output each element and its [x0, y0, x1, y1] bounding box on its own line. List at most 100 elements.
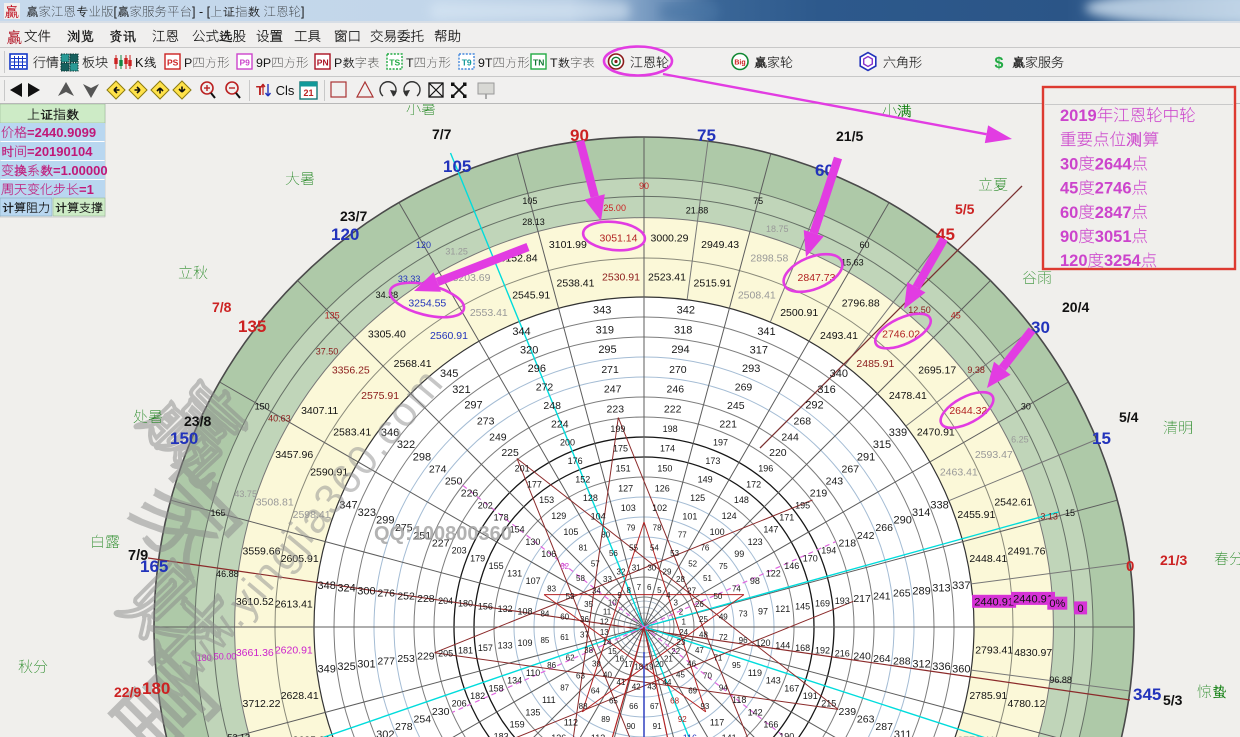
svg-text:348: 348 [318, 580, 336, 592]
svg-text:2847: 2847 [1095, 204, 1132, 222]
svg-text:252: 252 [397, 590, 415, 602]
svg-text:178: 178 [494, 513, 509, 523]
svg-text:73: 73 [739, 610, 748, 619]
svg-text:2538.41: 2538.41 [557, 277, 595, 289]
svg-text:74: 74 [732, 585, 741, 594]
svg-text:58: 58 [576, 574, 585, 583]
svg-text:44: 44 [663, 678, 672, 687]
svg-text:34.38: 34.38 [376, 290, 399, 300]
svg-text:263: 263 [857, 714, 875, 726]
svg-text:24: 24 [679, 628, 688, 637]
svg-text:3051.14: 3051.14 [600, 233, 638, 245]
svg-text:P: P [334, 56, 342, 70]
svg-text:28: 28 [676, 575, 685, 584]
svg-text:15: 15 [1065, 508, 1075, 518]
svg-text:253: 253 [397, 653, 415, 665]
svg-text:21/5: 21/5 [836, 128, 863, 144]
svg-text:65: 65 [609, 697, 618, 706]
svg-text:192: 192 [815, 646, 830, 656]
svg-text:69: 69 [688, 686, 697, 695]
svg-text:349: 349 [318, 664, 336, 676]
svg-text:4: 4 [666, 591, 671, 600]
svg-text:2746: 2746 [1095, 180, 1132, 198]
svg-text:166: 166 [763, 720, 778, 730]
svg-text:2545.91: 2545.91 [512, 289, 550, 301]
svg-text:3051: 3051 [1095, 228, 1132, 246]
svg-text:TN: TN [533, 58, 544, 68]
svg-text:11: 11 [603, 608, 612, 617]
svg-text:36: 36 [580, 615, 589, 624]
svg-text:98: 98 [750, 576, 760, 586]
svg-text:5: 5 [657, 586, 662, 595]
svg-text:3.13: 3.13 [1040, 512, 1058, 522]
svg-text:217: 217 [853, 593, 871, 605]
svg-text:99: 99 [734, 549, 744, 559]
svg-text:266: 266 [875, 522, 893, 534]
svg-text:173: 173 [705, 456, 720, 466]
svg-text:120: 120 [1060, 252, 1088, 270]
svg-text:32: 32 [617, 567, 626, 576]
svg-text:3000.29: 3000.29 [651, 233, 689, 245]
svg-text:159: 159 [510, 720, 525, 730]
svg-text:170: 170 [803, 553, 818, 563]
svg-text:K: K [135, 55, 144, 70]
svg-text:103: 103 [621, 503, 636, 513]
svg-text:$: $ [995, 55, 1004, 72]
svg-text:271: 271 [601, 364, 619, 376]
svg-text:203: 203 [452, 546, 467, 556]
svg-text:269: 269 [735, 382, 753, 394]
svg-text:176: 176 [568, 456, 583, 466]
svg-text:311: 311 [894, 729, 912, 737]
svg-text:2448.41: 2448.41 [969, 553, 1007, 565]
svg-text:45: 45 [951, 310, 961, 320]
svg-text:121: 121 [775, 604, 790, 614]
svg-text:2949.43: 2949.43 [701, 239, 739, 251]
svg-text:144: 144 [775, 640, 790, 650]
svg-text:278: 278 [395, 721, 413, 733]
svg-text:7/7: 7/7 [432, 126, 452, 142]
svg-text:225: 225 [501, 447, 519, 459]
svg-text:196: 196 [758, 464, 773, 474]
svg-text:223: 223 [607, 404, 625, 416]
svg-text:167: 167 [784, 683, 799, 693]
svg-text:5/5: 5/5 [955, 201, 975, 217]
svg-text:41: 41 [617, 678, 626, 687]
svg-text:315: 315 [873, 439, 891, 451]
svg-text:116: 116 [683, 733, 697, 737]
svg-text:182: 182 [470, 691, 485, 701]
svg-text:3508.81: 3508.81 [256, 496, 294, 508]
svg-text:3254: 3254 [1104, 252, 1142, 270]
svg-text:30: 30 [647, 563, 656, 572]
svg-text:35: 35 [584, 600, 593, 609]
svg-text:70: 70 [703, 672, 712, 681]
svg-text:338: 338 [930, 499, 948, 511]
svg-text:147: 147 [763, 525, 778, 535]
svg-text:97: 97 [758, 607, 768, 617]
svg-text:95: 95 [732, 661, 741, 670]
svg-text:2440.91: 2440.91 [974, 596, 1014, 608]
svg-text:179: 179 [470, 553, 485, 563]
svg-text:295: 295 [598, 344, 616, 356]
svg-text:2542.61: 2542.61 [994, 496, 1032, 508]
svg-text:3254.55: 3254.55 [408, 297, 446, 309]
svg-text:111: 111 [542, 695, 556, 705]
svg-text:157: 157 [478, 643, 493, 653]
svg-text:14: 14 [603, 638, 612, 647]
svg-text:15: 15 [1092, 429, 1111, 448]
svg-text:30: 30 [1060, 155, 1078, 173]
svg-text:2463.41: 2463.41 [940, 466, 978, 478]
svg-text:240: 240 [853, 650, 871, 662]
svg-text:PS: PS [167, 58, 179, 68]
svg-text:273: 273 [477, 415, 495, 427]
svg-text:183: 183 [494, 732, 509, 737]
svg-text:7/8: 7/8 [212, 299, 232, 315]
svg-text:126: 126 [655, 483, 670, 493]
svg-text:43.75: 43.75 [234, 489, 257, 499]
svg-text:320: 320 [520, 345, 538, 357]
svg-text:3356.25: 3356.25 [332, 365, 370, 377]
svg-text:90: 90 [626, 722, 635, 731]
svg-text:20: 20 [655, 660, 664, 669]
svg-text:193: 193 [835, 596, 850, 606]
svg-text:316: 316 [817, 384, 835, 396]
svg-text:29: 29 [663, 567, 672, 576]
